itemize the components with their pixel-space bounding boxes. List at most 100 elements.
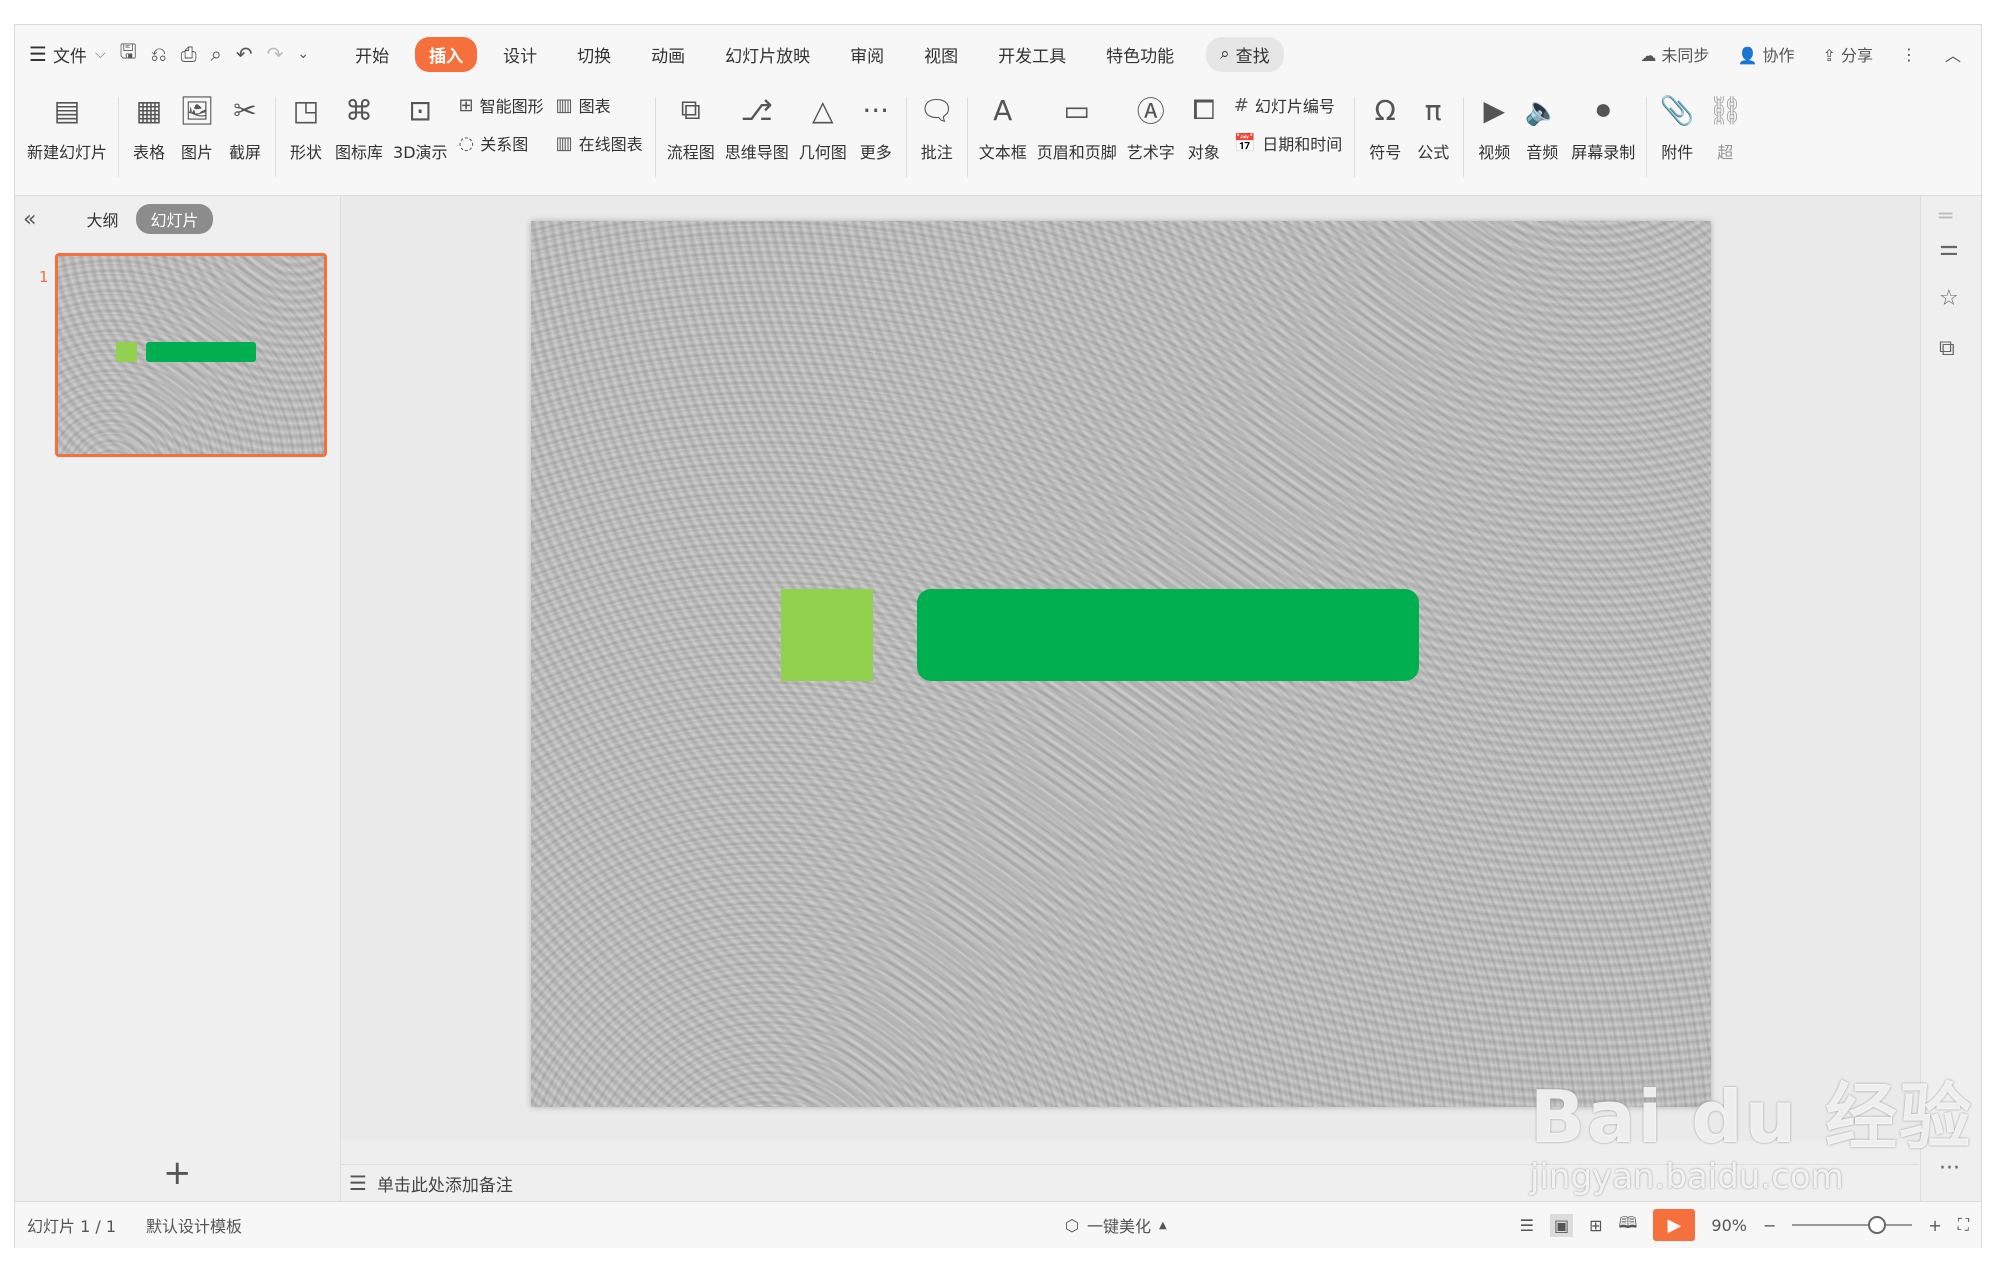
screenshot-button[interactable]: ✂ 截屏 bbox=[226, 91, 264, 163]
green-rounded-bar-shape[interactable] bbox=[917, 589, 1419, 681]
slide-thumbnail[interactable] bbox=[55, 253, 327, 457]
hyperlink-button[interactable]: ⛓ 超 bbox=[1706, 91, 1744, 163]
tab-slideshow[interactable]: 幻灯片放映 bbox=[711, 37, 824, 72]
zoom-level[interactable]: 90% bbox=[1711, 1216, 1747, 1235]
speaker-icon: 🔈 bbox=[1524, 93, 1560, 127]
wordart-button[interactable]: Ⓐ 艺术字 bbox=[1127, 91, 1175, 163]
divider bbox=[966, 97, 968, 177]
beautify-button[interactable]: ⬡ 一键美化 ▲ bbox=[1065, 1213, 1167, 1237]
collaborate-button[interactable]: 👤 协作 bbox=[1737, 42, 1794, 66]
flowchart-button[interactable]: ⧉ 流程图 bbox=[667, 91, 715, 163]
table-button[interactable]: ▦ 表格 bbox=[130, 91, 168, 163]
slide-number-button[interactable]: # 幻灯片编号 bbox=[1234, 93, 1342, 117]
more-button[interactable]: ··· 更多 bbox=[857, 91, 895, 163]
normal-view-icon[interactable]: ▣ bbox=[1550, 1213, 1574, 1237]
slide-switch-icon[interactable]: ⧉ bbox=[1939, 336, 1955, 361]
customize-quick-access-icon[interactable]: ⌄ bbox=[297, 46, 309, 62]
more-options-icon[interactable]: ⋮ bbox=[1901, 45, 1917, 64]
object-button[interactable]: ⧠ 对象 bbox=[1185, 91, 1223, 163]
video-button[interactable]: ▶ 视频 bbox=[1475, 91, 1513, 163]
picture-label: 图片 bbox=[181, 143, 214, 162]
share-button[interactable]: ⇪ 分享 bbox=[1822, 42, 1873, 66]
zoom-in-icon[interactable]: + bbox=[1928, 1216, 1941, 1235]
formula-button[interactable]: π 公式 bbox=[1414, 91, 1452, 163]
online-chart-button[interactable]: ▥ 在线图表 bbox=[556, 131, 643, 155]
tab-design[interactable]: 设计 bbox=[489, 37, 551, 72]
shape-button[interactable]: ◳ 形状 bbox=[287, 91, 325, 163]
collapse-ribbon-icon[interactable]: ︿ bbox=[1945, 42, 1961, 66]
zoom-slider-handle[interactable] bbox=[1868, 1216, 1887, 1234]
symbol-label: 符号 bbox=[1369, 143, 1402, 162]
tab-home[interactable]: 开始 bbox=[341, 37, 403, 72]
tab-transitions[interactable]: 切换 bbox=[563, 37, 625, 72]
header-footer-button[interactable]: ▭ 页眉和页脚 bbox=[1037, 91, 1117, 163]
chart-button[interactable]: ▥ 图表 bbox=[556, 93, 643, 117]
search-box[interactable]: ⌕ 查找 bbox=[1206, 36, 1284, 72]
textbox-icon: A bbox=[993, 93, 1013, 127]
comment-button[interactable]: 🗨 批注 bbox=[918, 91, 956, 163]
add-slide-button[interactable]: + bbox=[163, 1153, 192, 1193]
light-green-square-shape[interactable] bbox=[781, 589, 873, 681]
3d-demo-button[interactable]: ⊡ 3D演示 bbox=[393, 91, 448, 163]
datetime-button[interactable]: 📅 日期和时间 bbox=[1234, 131, 1342, 155]
print-icon[interactable]: ⎙ bbox=[181, 42, 197, 66]
tab-special-features[interactable]: 特色功能 bbox=[1092, 37, 1188, 72]
geometry-button[interactable]: △ 几何图 bbox=[799, 91, 847, 163]
picture-button[interactable]: 🖼 图片 bbox=[178, 91, 216, 163]
format-painter-icon[interactable]: ⎌ bbox=[151, 42, 167, 66]
notes-placeholder: 单击此处添加备注 bbox=[376, 1175, 513, 1196]
zoom-slider[interactable] bbox=[1792, 1216, 1913, 1234]
file-menu[interactable]: ☰ 文件 ⌵ bbox=[29, 42, 106, 67]
3d-demo-label: 3D演示 bbox=[393, 143, 448, 162]
divider bbox=[1354, 97, 1356, 177]
tab-animations[interactable]: 动画 bbox=[637, 37, 699, 72]
screen-record-button[interactable]: ⏺ 屏幕录制 bbox=[1571, 91, 1635, 163]
collapse-panel-icon[interactable]: « bbox=[23, 207, 36, 232]
smart-graphic-button[interactable]: ⊞ 智能图形 bbox=[459, 93, 544, 117]
textbox-label: 文本框 bbox=[978, 143, 1027, 162]
template-status[interactable]: 默认设计模板 bbox=[146, 1213, 242, 1237]
tab-outline[interactable]: 大纲 bbox=[86, 207, 118, 231]
print-preview-icon[interactable]: ⌕ bbox=[211, 42, 222, 66]
smart-graphic-icon: ⊞ bbox=[458, 94, 474, 116]
share-icon: ⇪ bbox=[1822, 46, 1836, 65]
slide-count-status: 幻灯片 1 / 1 bbox=[27, 1217, 117, 1236]
symbol-button[interactable]: Ω 符号 bbox=[1366, 91, 1404, 163]
header-footer-label: 页眉和页脚 bbox=[1036, 143, 1117, 162]
tab-developer[interactable]: 开发工具 bbox=[984, 37, 1080, 72]
reading-view-icon[interactable]: 🕮 bbox=[1619, 1212, 1638, 1239]
audio-button[interactable]: 🔈 音频 bbox=[1523, 91, 1561, 163]
textbox-button[interactable]: A 文本框 bbox=[979, 91, 1027, 163]
mindmap-button[interactable]: ⎇ 思维导图 bbox=[725, 91, 789, 163]
undo-icon[interactable]: ↶ bbox=[236, 42, 253, 66]
new-slide-button[interactable]: ▤ 新建幻灯片 bbox=[27, 91, 107, 163]
save-icon[interactable]: 🖫 bbox=[120, 37, 137, 71]
search-icon: ⌕ bbox=[1220, 44, 1230, 64]
zoom-out-icon[interactable]: − bbox=[1763, 1216, 1776, 1235]
slide-1[interactable] bbox=[531, 221, 1711, 1107]
notes-pane[interactable]: ☰ 单击此处添加备注 bbox=[341, 1164, 1919, 1201]
pin-star-icon[interactable]: ☆ bbox=[1939, 286, 1959, 311]
play-slideshow-button[interactable]: ▶ bbox=[1653, 1209, 1696, 1241]
tab-review[interactable]: 审阅 bbox=[836, 37, 898, 72]
mindmap-icon: ⎇ bbox=[740, 93, 773, 127]
tab-slides[interactable]: 幻灯片 bbox=[136, 204, 213, 234]
attachment-button[interactable]: 📎 附件 bbox=[1658, 91, 1696, 163]
relation-button[interactable]: ◌ 关系图 bbox=[459, 131, 544, 155]
more-dots-icon[interactable]: ··· bbox=[1939, 1156, 1960, 1181]
fit-window-icon[interactable]: ⛶ bbox=[1958, 1215, 1969, 1235]
properties-sliders-icon[interactable]: ⚌ bbox=[1939, 236, 1959, 261]
paperclip-icon: 📎 bbox=[1659, 93, 1695, 127]
hyperlink-icon: ⛓ bbox=[1707, 93, 1743, 127]
notes-icon: ☰ bbox=[349, 1171, 367, 1195]
caret-up-icon: ▲ bbox=[1158, 1219, 1167, 1231]
slide-sorter-icon[interactable]: ⊞ bbox=[1589, 1216, 1602, 1235]
notes-toggle-icon[interactable]: ☰ bbox=[1520, 1216, 1534, 1235]
tab-insert[interactable]: 插入 bbox=[415, 36, 478, 72]
sync-button[interactable]: ☁ 未同步 bbox=[1640, 42, 1709, 66]
redo-icon[interactable]: ↷ bbox=[267, 42, 284, 66]
right-task-pane-rail: ═ ⚌ ☆ ⧉ ··· bbox=[1920, 196, 1981, 1201]
wordart-icon: Ⓐ bbox=[1136, 95, 1165, 128]
tab-view[interactable]: 视图 bbox=[910, 37, 972, 72]
icon-library-button[interactable]: ⌘ 图标库 bbox=[335, 91, 383, 163]
